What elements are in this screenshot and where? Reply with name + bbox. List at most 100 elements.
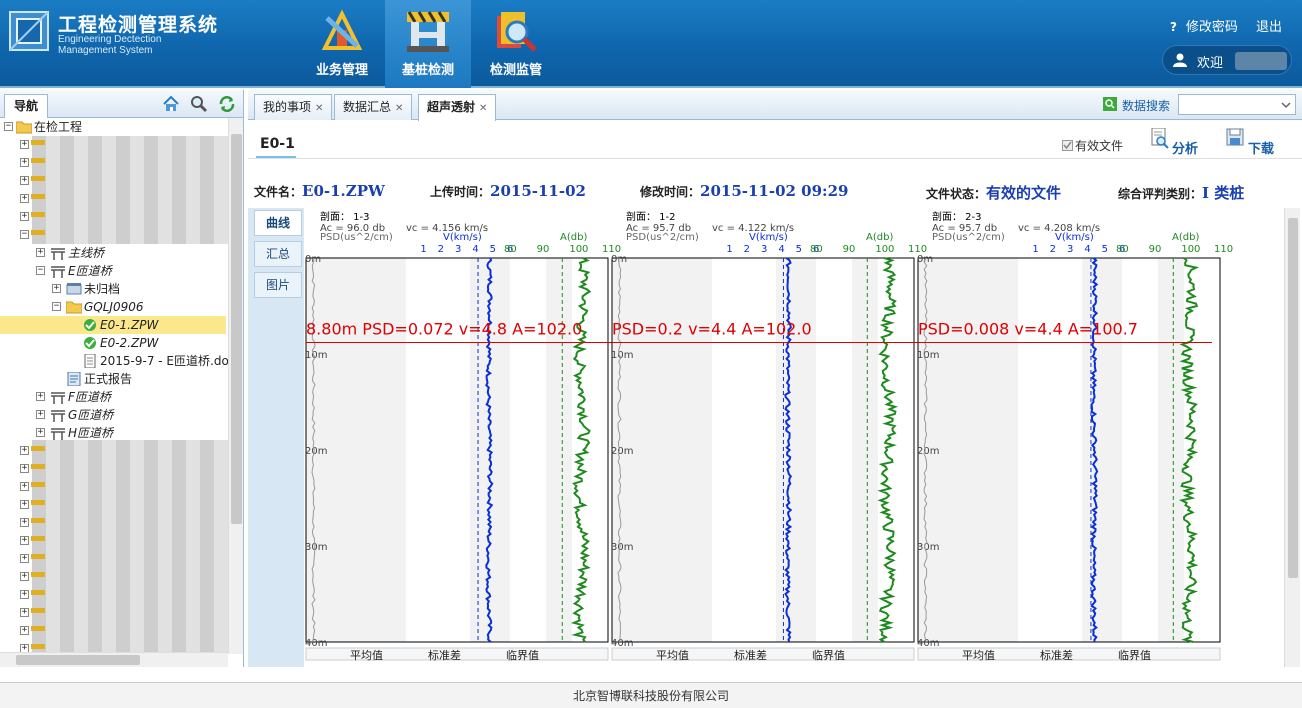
system-subtitle-line2: Management System <box>58 45 153 56</box>
a-tick-label: 80 <box>504 244 517 255</box>
document-icon <box>84 354 96 368</box>
collapse-icon[interactable]: − <box>36 266 45 275</box>
inspection-supervision-icon <box>497 12 537 52</box>
tree-node-folder-label: GQLJ0906 <box>84 300 144 314</box>
a-tick-label: 90 <box>1149 244 1162 255</box>
depth-tick-label: 10m <box>917 350 939 361</box>
a-tick-label: 80 <box>1116 244 1129 255</box>
expand-icon[interactable]: + <box>20 518 29 527</box>
collapse-icon[interactable]: − <box>4 122 13 131</box>
nav-inspection-supervision-label: 检测监管 <box>489 63 542 78</box>
expand-icon[interactable]: + <box>36 410 45 419</box>
file-name-field: 文件名：E0-1.ZPW <box>254 182 385 200</box>
nav-business-management[interactable]: 业务管理 <box>299 0 385 88</box>
v-tick-label: 1 <box>420 244 426 255</box>
checkbox[interactable] <box>1062 140 1073 151</box>
bridge-icon <box>51 410 65 422</box>
expand-icon[interactable]: + <box>20 626 29 635</box>
navigation-tab[interactable]: 导航 <box>4 94 48 118</box>
tree-node-file-e0-1[interactable]: E0-1.ZPW <box>0 316 226 334</box>
footer: 北京智博联科技股份有限公司 <box>0 682 1302 708</box>
modify-time-key: 修改时间： <box>640 185 701 199</box>
expand-icon[interactable]: + <box>20 194 29 203</box>
depth-tick-label: 30m <box>917 542 939 553</box>
tree-node-file-e0-2-label: E0-2.ZPW <box>100 336 159 350</box>
a-band <box>546 258 572 642</box>
expand-icon[interactable]: + <box>36 248 45 257</box>
a-band <box>1158 258 1184 642</box>
expand-icon[interactable]: + <box>20 212 29 221</box>
file-status-field: 文件状态：有效的文件 <box>926 182 1061 203</box>
tab-data-summary[interactable]: 数据汇总 ✕ <box>334 94 413 120</box>
user-welcome[interactable]: 欢迎 <box>1162 45 1292 75</box>
tree-vertical-scrollbar[interactable] <box>228 118 243 654</box>
view-tab-image[interactable]: 图片 <box>254 272 302 298</box>
tab-ultrasonic-transmission[interactable]: 超声透射 ✕ <box>418 94 497 121</box>
nav-pile-inspection[interactable]: 基桩检测 <box>385 0 471 88</box>
expand-icon[interactable]: + <box>20 590 29 599</box>
v-axis-label: V(km/s) <box>1055 232 1094 243</box>
expand-icon[interactable]: + <box>36 392 45 401</box>
expand-icon[interactable]: + <box>20 176 29 185</box>
expand-icon[interactable]: + <box>20 536 29 545</box>
content-vertical-scrollbar[interactable] <box>1284 208 1300 667</box>
expand-icon[interactable]: + <box>20 608 29 617</box>
close-icon[interactable]: ✕ <box>479 103 487 114</box>
data-search-select[interactable] <box>1178 94 1296 115</box>
upload-time-value: 2015-11-02 <box>490 182 586 200</box>
scrollbar-thumb[interactable] <box>16 655 140 665</box>
nav-inspection-supervision[interactable]: 检测监管 <box>473 0 559 88</box>
home-icon[interactable] <box>162 95 180 113</box>
a-axis-label: A(db) <box>560 232 587 243</box>
expand-icon[interactable]: + <box>20 482 29 491</box>
expand-icon[interactable]: + <box>20 572 29 581</box>
file-status-value: 有效的文件 <box>986 184 1062 202</box>
tree-node-formal-report-label: 正式报告 <box>84 372 133 386</box>
view-tab-summary[interactable]: 汇总 <box>254 241 302 267</box>
expand-icon[interactable]: + <box>20 140 29 149</box>
bridge-icon <box>51 266 65 278</box>
divider <box>248 158 1302 159</box>
refresh-icon[interactable] <box>218 95 236 113</box>
expand-icon[interactable]: + <box>20 464 29 473</box>
cursor-readout: 8.80m PSD=0.072 v=4.8 A=102.0 <box>306 319 582 338</box>
collapse-icon[interactable]: − <box>52 302 61 311</box>
redacted-region <box>32 440 228 654</box>
change-password-link[interactable]: 修改密码 <box>1186 20 1238 35</box>
tree-node-root-label: 在检工程 <box>34 120 83 134</box>
expand-icon[interactable]: + <box>20 446 29 455</box>
expand-icon[interactable]: + <box>20 158 29 167</box>
view-tab-curve[interactable]: 曲线 <box>254 210 302 236</box>
v-band <box>1082 258 1122 642</box>
chevron-down-icon[interactable] <box>1280 99 1292 111</box>
analyze-icon <box>1151 128 1169 149</box>
tab-my-tasks[interactable]: 我的事项 ✕ <box>254 94 333 120</box>
scrollbar-thumb[interactable] <box>1288 218 1298 578</box>
tree-node-e-bridge-label: E匝道桥 <box>68 264 112 278</box>
expand-icon[interactable]: + <box>52 284 61 293</box>
section-label: 剖面： 1-2 <box>626 210 676 223</box>
ultrasonic-curve-charts[interactable]: 剖面： 1-3 Ac = 96.0 db vc = 4.156 km/s PSD(us… <box>304 208 1284 667</box>
stats-column-label: 平均值 <box>962 649 995 662</box>
v-tick-label: 3 <box>1067 244 1073 255</box>
psd-axis-label: PSD(us^2/cm) <box>932 232 1005 243</box>
tree-horizontal-scrollbar[interactable] <box>0 652 228 667</box>
a-tick-label: 90 <box>843 244 856 255</box>
tree-node-g-bridge-label: G匝道桥 <box>68 408 114 422</box>
logout-link[interactable]: 退出 <box>1256 20 1282 35</box>
close-icon[interactable]: ✕ <box>315 103 323 114</box>
close-icon[interactable]: ✕ <box>395 103 403 114</box>
v-tick-label: 2 <box>744 244 750 255</box>
chart-canvas[interactable]: 剖面： 1-3Ac = 96.0 db vc = 4.156 km/sPSD(us… <box>304 208 1284 667</box>
expand-icon[interactable]: + <box>20 554 29 563</box>
collapse-icon[interactable]: − <box>20 230 29 239</box>
magnifier-icon[interactable] <box>190 95 208 113</box>
stats-column-label: 平均值 <box>656 649 689 662</box>
expand-icon[interactable]: + <box>20 500 29 509</box>
scrollbar-thumb[interactable] <box>231 134 242 524</box>
valid-file-checkbox[interactable]: 有效文件 <box>1062 137 1123 154</box>
v-tick-label: 3 <box>761 244 767 255</box>
main-content: 我的事项 ✕ 数据汇总 ✕ 超声透射 ✕ 数据搜索 E0-1 有效文件 分析 下载 文… <box>248 90 1302 667</box>
nav-pile-inspection-label: 基桩检测 <box>401 63 454 78</box>
expand-icon[interactable]: + <box>36 428 45 437</box>
